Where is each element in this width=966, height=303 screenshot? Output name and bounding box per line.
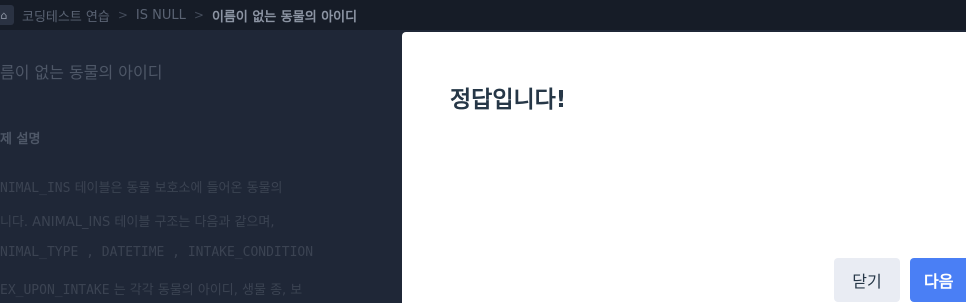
breadcrumb-separator: >	[117, 8, 128, 22]
top-navigation-bar: ⌂ 코딩테스트 연습 > IS NULL > 이름이 없는 동물의 아이디	[0, 0, 966, 30]
code-token: NIMAL_INS	[0, 181, 71, 196]
next-button[interactable]: 다음	[910, 258, 966, 302]
code-token: EX_UPON_INTAKE	[0, 283, 110, 298]
problem-title: 름이 없는 동물의 아이디	[0, 63, 163, 82]
logo-icon[interactable]: ⌂	[0, 5, 14, 25]
code-token: NIMAL_TYPE , DATETIME , INTAKE_CONDITION	[0, 245, 314, 260]
problem-section-heading: 제 설명	[0, 132, 41, 147]
problem-text-line: EX_UPON_INTAKE 는 각각 동물의 아이디, 생물 종, 보	[0, 279, 302, 298]
problem-text-line: NIMAL_INS 테이블은 동물 보호소에 들어온 동물의	[0, 177, 282, 196]
close-button[interactable]: 닫기	[834, 258, 900, 302]
breadcrumb-item-category[interactable]: IS NULL	[136, 8, 186, 23]
line-text: 는 각각 동물의 아이디, 생물 종, 보	[109, 283, 303, 298]
line-text: 테이블은 동물 보호소에 들어온 동물의	[70, 181, 283, 196]
modal-title: 정답입니다!	[450, 87, 567, 113]
result-modal: 정답입니다! 닫기 다음	[402, 32, 966, 303]
line-text: 니다. ANIMAL_INS 테이블 구조는 다음과 같으며,	[0, 215, 275, 230]
problem-text-line: 니다. ANIMAL_INS 테이블 구조는 다음과 같으며,	[0, 211, 274, 230]
problem-text-line: NIMAL_TYPE , DATETIME , INTAKE_CONDITION	[0, 245, 313, 260]
breadcrumb-item-practice[interactable]: 코딩테스트 연습	[22, 6, 110, 25]
breadcrumb-current: 이름이 없는 동물의 아이디	[211, 9, 358, 25]
breadcrumb-separator: >	[193, 8, 204, 22]
